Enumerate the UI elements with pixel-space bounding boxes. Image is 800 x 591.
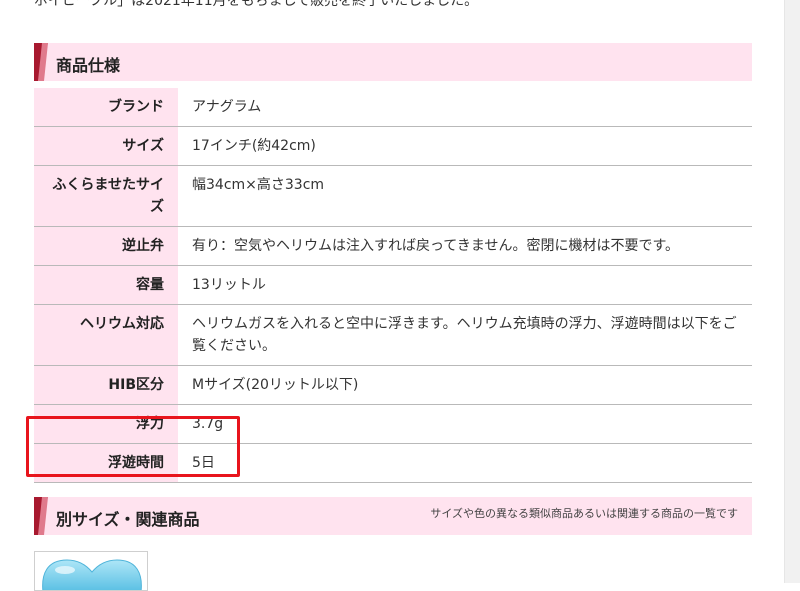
page-scrollbar[interactable] bbox=[784, 0, 800, 583]
spec-section-title: 商品仕様 bbox=[56, 56, 121, 75]
table-row: 逆止弁 有り：空気やヘリウムは注入すれば戻ってきません。密閉に機材は不要です。 bbox=[34, 226, 752, 266]
spec-value: アナグラム bbox=[178, 88, 752, 127]
discontinued-notice: ポイピープル」は2021年11月をもちまして販売を終了いたしました。 bbox=[34, 0, 479, 9]
spec-value: Mサイズ(20リットル以下) bbox=[178, 365, 752, 405]
related-section-header: 別サイズ・関連商品 サイズや色の異なる類似商品あるいは関連する商品の一覧です bbox=[34, 497, 752, 535]
spec-value: 5日 bbox=[178, 443, 752, 483]
spec-label: 容量 bbox=[34, 265, 178, 305]
header-accent-icon bbox=[34, 497, 48, 535]
heart-balloon-icon bbox=[42, 559, 142, 590]
spec-label: 逆止弁 bbox=[34, 226, 178, 266]
spec-value: 17インチ(約42cm) bbox=[178, 126, 752, 166]
table-row: ブランド アナグラム bbox=[34, 88, 752, 127]
header-accent-icon bbox=[34, 43, 48, 81]
spec-value: 3.7g bbox=[178, 404, 752, 444]
highlight-annotation-box bbox=[26, 416, 240, 477]
table-row: ヘリウム対応 ヘリウムガスを入れると空中に浮きます。ヘリウム充填時の浮力、浮遊時… bbox=[34, 304, 752, 366]
table-row: 容量 13リットル bbox=[34, 265, 752, 305]
spec-label: HIB区分 bbox=[34, 365, 178, 405]
table-row: サイズ 17インチ(約42cm) bbox=[34, 126, 752, 166]
spec-value: 13リットル bbox=[178, 265, 752, 305]
spec-value: ヘリウムガスを入れると空中に浮きます。ヘリウム充填時の浮力、浮遊時間は以下をご覧… bbox=[178, 304, 752, 366]
spec-section-header: 商品仕様 bbox=[34, 43, 752, 81]
related-section-note: サイズや色の異なる類似商品あるいは関連する商品の一覧です bbox=[430, 507, 738, 520]
table-row: ふくらませたサイズ 幅34cm×高さ33cm bbox=[34, 165, 752, 227]
related-product-thumbnail[interactable] bbox=[34, 551, 148, 591]
related-section-title: 別サイズ・関連商品 bbox=[56, 510, 200, 529]
spec-label: ふくらませたサイズ bbox=[34, 165, 178, 227]
spec-value: 有り：空気やヘリウムは注入すれば戻ってきません。密閉に機材は不要です。 bbox=[178, 226, 752, 266]
spec-label: ヘリウム対応 bbox=[34, 304, 178, 366]
spec-label: サイズ bbox=[34, 126, 178, 166]
spec-value: 幅34cm×高さ33cm bbox=[178, 165, 752, 227]
spec-label: ブランド bbox=[34, 88, 178, 127]
table-row: HIB区分 Mサイズ(20リットル以下) bbox=[34, 365, 752, 405]
